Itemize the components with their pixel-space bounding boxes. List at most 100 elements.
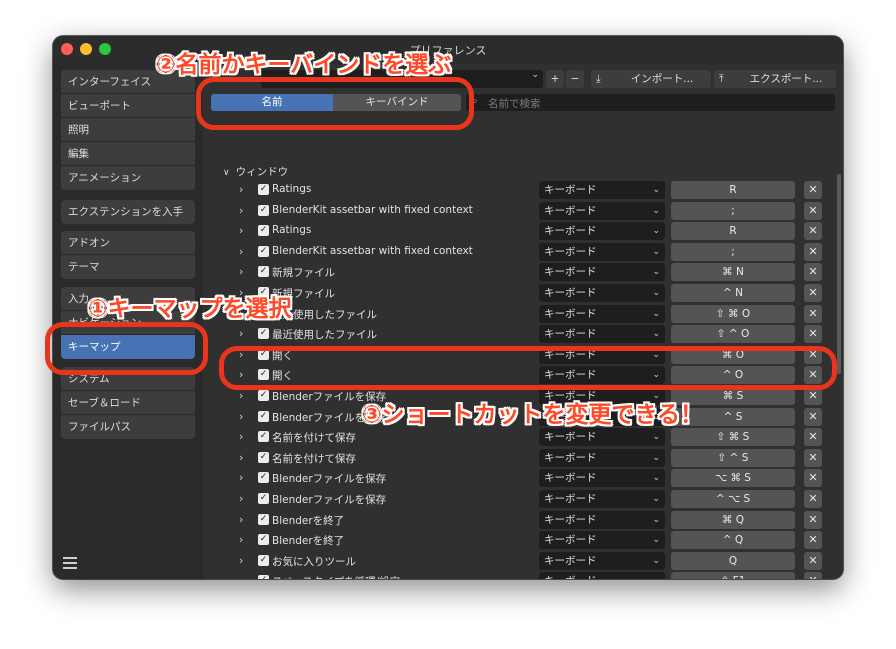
remove-item-icon[interactable]: ✕ [804,304,822,323]
remove-item-icon[interactable]: ✕ [804,407,822,426]
sidebar-item-addons[interactable]: アドオン [61,231,195,255]
remove-item-icon[interactable]: ✕ [804,263,822,282]
enable-checkbox[interactable]: ✓ [258,369,269,381]
sidebar-item-themes[interactable]: テーマ [61,255,195,279]
input-device-select[interactable]: キーボード ⌄ [539,551,665,570]
add-keymap-button[interactable]: + [546,70,564,88]
chevron-right-icon[interactable]: › [239,348,243,361]
input-device-select[interactable]: キーボード ⌄ [539,572,665,579]
sidebar-item-save-load[interactable]: セーブ＆ロード [61,391,195,415]
chevron-right-icon[interactable]: › [239,430,243,443]
input-device-select[interactable]: キーボード ⌄ [539,469,665,488]
search-input[interactable]: ⌕ 名前で検索 [466,94,835,111]
remove-item-icon[interactable]: ✕ [804,366,822,385]
enable-checkbox[interactable]: ✓ [258,493,269,504]
input-device-select[interactable]: キーボード ⌄ [539,242,665,261]
sidebar-item-lighting[interactable]: 照明 [61,118,195,142]
shortcut-button[interactable]: ⇧ ^ O [671,325,795,344]
shortcut-button[interactable]: ^ ⌥ S [671,490,795,508]
remove-item-icon[interactable]: ✕ [804,531,822,550]
hamburger-menu-icon[interactable] [63,557,77,569]
enable-checkbox[interactable]: ✓ [258,513,269,525]
shortcut-button[interactable]: ⇧ ⌘ O [671,304,795,323]
enable-checkbox[interactable]: ✓ [258,410,269,422]
input-device-select[interactable]: キーボード ⌄ [539,366,665,385]
chevron-right-icon[interactable]: › [239,265,243,278]
shortcut-button[interactable]: R [671,181,795,199]
enable-checkbox[interactable]: ✓ [258,390,269,401]
enable-checkbox[interactable]: ✓ [258,348,269,360]
chevron-right-icon[interactable]: › [239,533,243,546]
enable-checkbox[interactable]: ✓ [258,266,269,278]
enable-checkbox[interactable]: ✓ [258,534,269,546]
input-device-select[interactable]: キーボード ⌄ [539,345,665,364]
remove-item-icon[interactable]: ✕ [804,222,822,241]
sidebar-item-file-paths[interactable]: ファイルパス [61,415,195,439]
input-device-select[interactable]: キーボード ⌄ [539,304,665,323]
sidebar-item-keymap[interactable]: キーマップ [61,335,195,359]
shortcut-button[interactable]: ⇧ ⌘ S [671,428,795,447]
tab-name[interactable]: 名前 [211,94,333,111]
chevron-right-icon[interactable]: › [239,183,243,196]
enable-checkbox[interactable]: ✓ [258,554,269,566]
shortcut-button[interactable]: ^ O [671,366,795,385]
remove-item-icon[interactable]: ✕ [804,551,822,570]
input-device-select[interactable]: キーボード ⌄ [539,325,665,344]
input-device-select[interactable]: キーボード ⌄ [539,510,665,529]
sidebar-item-animation[interactable]: アニメーション [61,166,195,190]
chevron-right-icon[interactable]: › [239,554,243,567]
chevron-right-icon[interactable]: › [239,245,243,258]
shortcut-button[interactable]: ⌘ O [671,345,795,364]
enable-checkbox[interactable]: ✓ [258,328,269,340]
chevron-right-icon[interactable]: › [239,471,243,484]
chevron-right-icon[interactable]: › [239,410,243,423]
input-device-select[interactable]: キーボード ⌄ [539,531,665,550]
remove-item-icon[interactable]: ✕ [804,181,822,199]
input-device-select[interactable]: キーボード ⌄ [539,490,665,508]
remove-item-icon[interactable]: ✕ [804,387,822,405]
remove-item-icon[interactable]: ✕ [804,345,822,364]
enable-checkbox[interactable]: ✓ [258,204,269,216]
remove-keymap-button[interactable]: − [566,70,584,88]
chevron-right-icon[interactable]: › [239,513,243,526]
scrollbar[interactable] [837,174,841,374]
remove-item-icon[interactable]: ✕ [804,284,822,302]
input-device-select[interactable]: キーボード ⌄ [539,428,665,447]
input-device-select[interactable]: キーボード ⌄ [539,222,665,241]
shortcut-button[interactable]: ; [671,201,795,220]
sidebar-item-system[interactable]: システム [61,367,195,391]
input-device-select[interactable]: キーボード ⌄ [539,263,665,282]
enable-checkbox[interactable]: ✓ [258,431,269,443]
remove-item-icon[interactable]: ✕ [804,242,822,261]
remove-item-icon[interactable]: ✕ [804,448,822,467]
enable-checkbox[interactable]: ✓ [258,472,269,484]
chevron-right-icon[interactable]: › [239,574,243,579]
section-window[interactable]: ∨ ウィンドウ [223,163,288,181]
shortcut-button[interactable]: ^ Q [671,531,795,550]
shortcut-button[interactable]: ⌘ Q [671,510,795,529]
shortcut-button[interactable]: ⇧ F1 [671,572,795,579]
chevron-right-icon[interactable]: › [239,204,243,217]
chevron-right-icon[interactable]: › [239,492,243,505]
remove-item-icon[interactable]: ✕ [804,469,822,488]
enable-checkbox[interactable]: ✓ [258,184,269,195]
shortcut-button[interactable]: ⇧ ^ S [671,448,795,467]
tab-keybinding[interactable]: キーバインド [333,94,461,111]
remove-item-icon[interactable]: ✕ [804,428,822,447]
remove-item-icon[interactable]: ✕ [804,201,822,220]
chevron-right-icon[interactable]: › [239,389,243,402]
input-device-select[interactable]: キーボード ⌄ [539,181,665,199]
enable-checkbox[interactable]: ✓ [258,245,269,257]
remove-item-icon[interactable]: ✕ [804,510,822,529]
chevron-right-icon[interactable]: › [239,368,243,381]
remove-item-icon[interactable]: ✕ [804,572,822,579]
input-device-select[interactable]: キーボード ⌄ [539,201,665,220]
enable-checkbox[interactable]: ✓ [258,225,269,237]
shortcut-button[interactable]: R [671,222,795,241]
chevron-right-icon[interactable]: › [239,451,243,464]
chevron-right-icon[interactable]: › [239,224,243,237]
shortcut-button[interactable]: Q [671,551,795,570]
export-button[interactable]: ⤒ エクスポート... [714,70,836,88]
sidebar-item-get-extensions[interactable]: エクステンションを入手 [61,200,195,224]
enable-checkbox[interactable]: ✓ [258,451,269,463]
